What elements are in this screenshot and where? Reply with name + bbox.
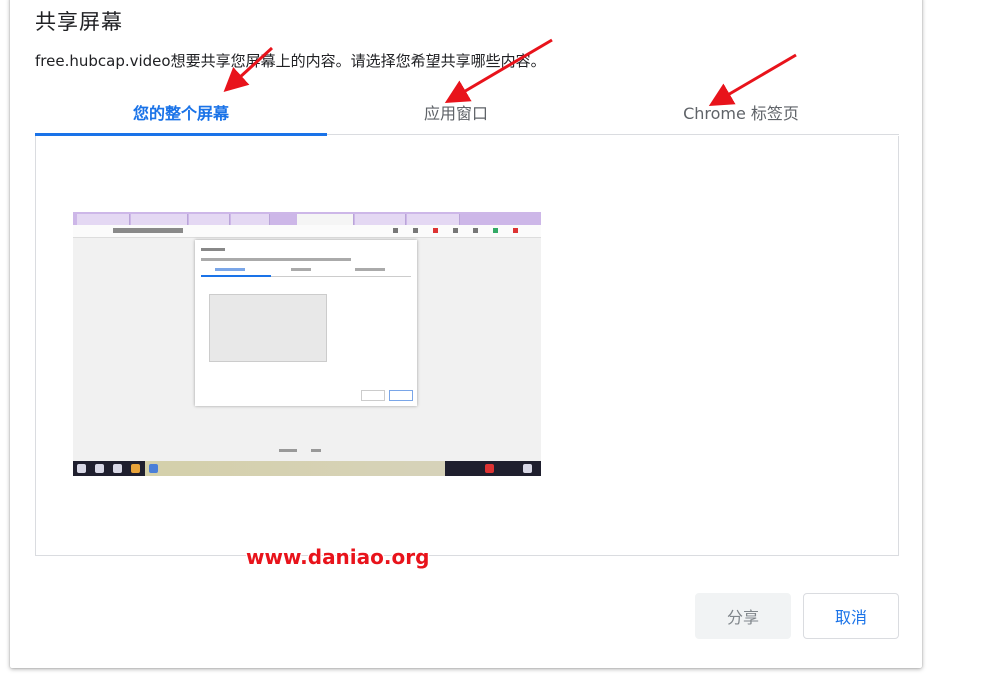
dialog-description: free.hubcap.video想要共享您屏幕上的内容。请选择您希望共享哪些内… xyxy=(35,52,546,70)
thumbnail-share-dialog xyxy=(195,240,417,406)
thumbnail-address-bar xyxy=(73,225,541,238)
cancel-button[interactable]: 取消 xyxy=(803,593,899,639)
watermark-text: www.daniao.org xyxy=(246,545,430,569)
tab-entire-screen[interactable]: 您的整个屏幕 xyxy=(35,92,327,132)
thumbnail-taskbar xyxy=(73,461,541,476)
share-screen-dialog: 共享屏幕 free.hubcap.video想要共享您屏幕上的内容。请选择您希望… xyxy=(10,0,922,668)
screen-picker-panel xyxy=(35,136,899,556)
source-tabs: 您的整个屏幕 应用窗口 Chrome 标签页 xyxy=(35,92,899,136)
tab-application-window[interactable]: 应用窗口 xyxy=(327,92,585,132)
tab-chrome-tab[interactable]: Chrome 标签页 xyxy=(595,92,887,132)
dialog-title: 共享屏幕 xyxy=(35,10,123,34)
share-button[interactable]: 分享 xyxy=(695,593,791,639)
thumbnail-browser-tabbar xyxy=(73,212,541,225)
screen-thumbnail[interactable] xyxy=(73,212,541,476)
